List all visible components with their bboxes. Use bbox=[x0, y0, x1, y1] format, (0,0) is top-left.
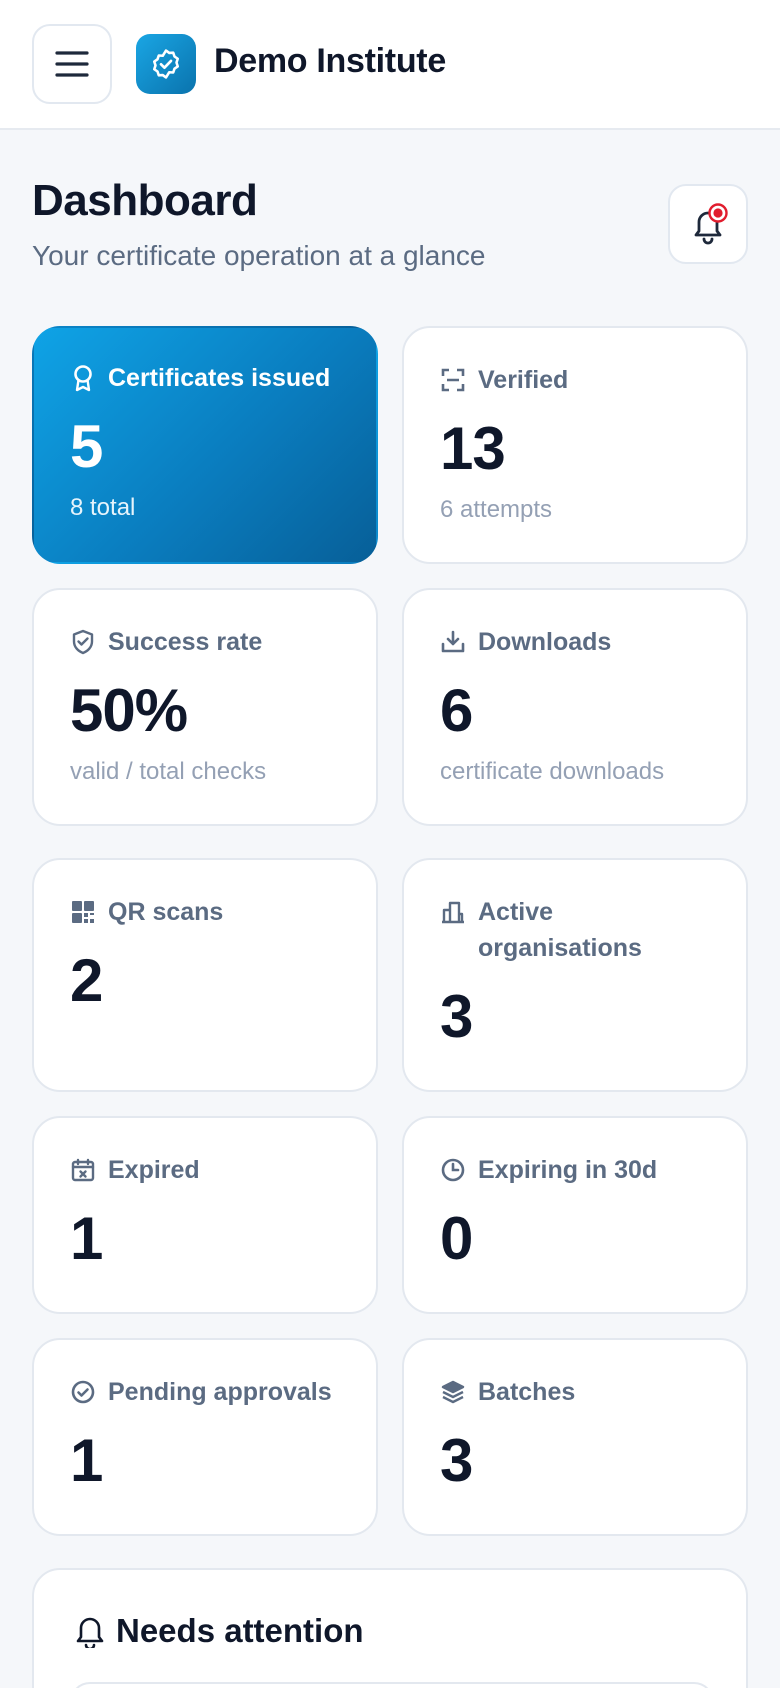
stat-label: Certificates issued bbox=[108, 364, 331, 392]
stat-value: 6 bbox=[440, 677, 473, 744]
stat-value: 3 bbox=[440, 983, 473, 1050]
attention-list-item[interactable] bbox=[70, 1682, 714, 1688]
stat-card-active-organisations[interactable]: Active organisations 3 bbox=[402, 858, 748, 1092]
stat-note: certificate downloads bbox=[440, 758, 665, 785]
stat-card-success-rate[interactable]: Success rate 50% valid / total checks bbox=[32, 588, 378, 826]
stat-value: 50% bbox=[70, 677, 188, 744]
stat-label: Downloads bbox=[478, 628, 612, 656]
top-bar: Demo Institute bbox=[0, 0, 780, 130]
stat-label: Verified bbox=[478, 366, 569, 394]
brand-name[interactable]: Demo Institute bbox=[214, 42, 446, 81]
building-icon bbox=[440, 894, 466, 930]
stat-label: Active organisations bbox=[478, 898, 642, 962]
stat-card-verified[interactable]: Verified 13 6 attempts bbox=[402, 326, 748, 564]
download-icon bbox=[440, 624, 466, 660]
qr-icon bbox=[70, 894, 96, 930]
stat-label: Batches bbox=[478, 1378, 576, 1406]
stat-note: valid / total checks bbox=[70, 758, 267, 785]
needs-attention-title: Needs attention bbox=[116, 1612, 364, 1649]
page-subtitle: Your certificate operation at a glance bbox=[32, 240, 486, 271]
stat-label: QR scans bbox=[108, 898, 224, 926]
check-circle-icon bbox=[70, 1374, 96, 1410]
stat-card-certificates-issued[interactable]: Certificates issued 5 8 total bbox=[32, 326, 378, 564]
stat-label: Pending approvals bbox=[108, 1378, 332, 1406]
stat-card-qr-scans[interactable]: QR scans 2 bbox=[32, 858, 378, 1092]
stat-card-downloads[interactable]: Downloads 6 certificate downloads bbox=[402, 588, 748, 826]
stat-card-expired[interactable]: Expired 1 bbox=[32, 1116, 378, 1314]
stat-value: 5 bbox=[70, 413, 103, 480]
scan-icon bbox=[440, 362, 466, 398]
needs-attention-heading: Needs attention bbox=[74, 1612, 364, 1650]
notifications-button[interactable] bbox=[668, 184, 748, 264]
stat-card-pending-approvals[interactable]: Pending approvals 1 bbox=[32, 1338, 378, 1536]
bell-icon bbox=[76, 1617, 104, 1648]
stat-value: 3 bbox=[440, 1427, 473, 1494]
layers-icon bbox=[440, 1374, 466, 1410]
stat-value: 0 bbox=[440, 1205, 473, 1272]
stat-note: 8 total bbox=[70, 494, 136, 521]
clock-icon bbox=[440, 1152, 466, 1188]
stat-note: 6 attempts bbox=[440, 496, 553, 523]
stat-value: 2 bbox=[70, 947, 103, 1014]
stat-label: Expiring in 30d bbox=[478, 1156, 658, 1184]
stat-card-batches[interactable]: Batches 3 bbox=[402, 1338, 748, 1536]
brand-logo[interactable] bbox=[136, 34, 196, 94]
award-icon bbox=[70, 360, 96, 396]
page-title: Dashboard bbox=[32, 176, 258, 225]
needs-attention-panel: Needs attention bbox=[32, 1568, 748, 1688]
verified-badge-icon bbox=[152, 49, 180, 79]
stat-label: Success rate bbox=[108, 628, 263, 656]
shield-check-icon bbox=[70, 624, 96, 660]
stat-value: 13 bbox=[440, 415, 506, 482]
stat-card-expiring-30d[interactable]: Expiring in 30d 0 bbox=[402, 1116, 748, 1314]
bell-icon bbox=[694, 203, 728, 245]
calendar-x-icon bbox=[70, 1152, 96, 1188]
stat-value: 1 bbox=[70, 1427, 103, 1494]
menu-button[interactable] bbox=[32, 24, 112, 104]
hamburger-icon bbox=[55, 51, 89, 77]
stat-label: Expired bbox=[108, 1156, 200, 1184]
stat-value: 1 bbox=[70, 1205, 103, 1272]
